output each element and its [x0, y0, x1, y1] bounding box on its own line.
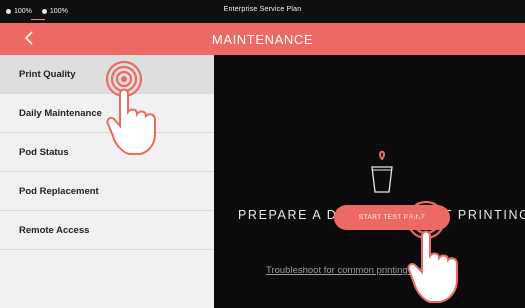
sidebar-item-remote-access[interactable]: Remote Access: [0, 211, 214, 250]
sidebar-item-label: Remote Access: [19, 224, 90, 236]
sidebar-item-label: Daily Maintenance: [19, 107, 102, 119]
sidebar-item-daily-maintenance[interactable]: Daily Maintenance: [0, 94, 214, 133]
sidebar-item-label: Pod Replacement: [19, 185, 99, 197]
status-bar: 100% 100% Enterprise Service Plan: [0, 0, 525, 23]
sidebar-item-pod-status[interactable]: Pod Status: [0, 133, 214, 172]
back-button[interactable]: [18, 26, 40, 50]
sidebar-item-label: Pod Status: [19, 146, 69, 158]
troubleshoot-link[interactable]: Troubleshoot for common printing problem…: [266, 265, 449, 276]
sidebar-item-pod-replacement[interactable]: Pod Replacement: [0, 172, 214, 211]
top-navbar: MAINTENANCE: [0, 23, 525, 55]
status-title: Enterprise Service Plan: [223, 6, 302, 13]
status-underline: [31, 19, 45, 20]
sidebar: Print Quality Daily Maintenance Pod Stat…: [0, 55, 215, 308]
sidebar-item-label: Print Quality: [19, 68, 76, 80]
start-test-print-button[interactable]: START TEST PRINT: [334, 205, 450, 230]
chevron-left-icon: [24, 31, 33, 45]
start-test-print-label: START TEST PRINT: [358, 214, 426, 221]
cup-icon: [371, 150, 393, 193]
page-title: MAINTENANCE: [211, 31, 314, 47]
sidebar-item-print-quality[interactable]: Print Quality: [0, 55, 214, 94]
tablet-screen: 100% 100% Enterprise Service Plan MAINTE…: [0, 0, 525, 308]
